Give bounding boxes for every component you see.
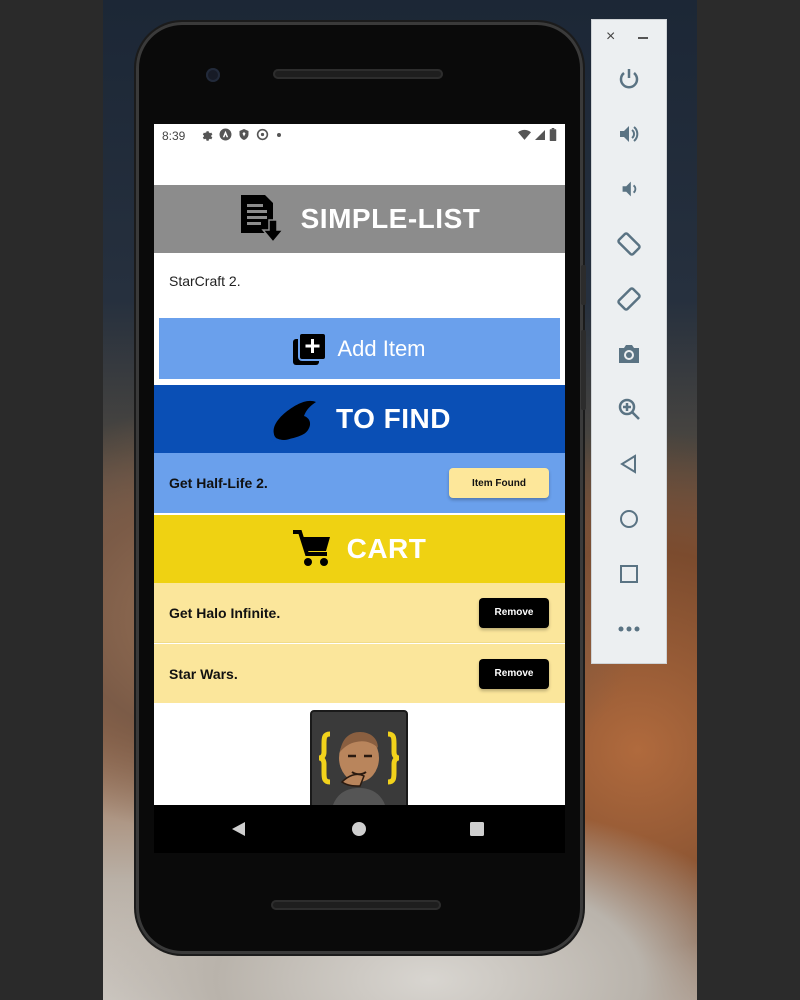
add-item-label: Add Item — [337, 335, 426, 361]
status-notification-icons — [200, 128, 281, 141]
back-icon[interactable] — [612, 447, 646, 481]
cart-item-row: Get Halo Infinite. Remove — [154, 583, 565, 643]
cart-header: CART — [154, 515, 565, 583]
zoom-icon[interactable] — [612, 392, 646, 426]
top-speaker — [273, 69, 443, 79]
settings-icon — [202, 131, 213, 141]
android-nav-bar — [154, 805, 565, 853]
shield-icon — [239, 129, 249, 140]
left-backdrop — [0, 0, 103, 1000]
emulator-toolbar: × — [592, 20, 666, 663]
remove-button[interactable]: Remove — [479, 597, 549, 628]
footer-logo — [310, 710, 408, 805]
nav-overview-icon[interactable] — [470, 822, 484, 836]
cart-item-label: Get Halo Infinite. — [169, 604, 281, 621]
signal-icon — [535, 129, 545, 140]
to-find-header: TO FIND — [154, 385, 565, 453]
item-input[interactable] — [169, 273, 549, 289]
cart-item-label: Star Wars. — [169, 665, 238, 682]
volume-down-icon[interactable] — [612, 172, 646, 206]
item-input-row — [154, 253, 565, 313]
phone-power-button — [581, 265, 586, 305]
status-bar: 8:39 — [154, 124, 565, 148]
right-backdrop — [697, 0, 800, 1000]
wizard-hat-icon — [271, 400, 316, 442]
shopping-cart-icon — [292, 530, 330, 566]
app-title: SIMPLE-LIST — [300, 203, 481, 234]
more-notifications-dot-icon — [277, 132, 281, 137]
bottom-speaker — [271, 900, 441, 910]
battery-icon — [549, 128, 557, 141]
to-find-title: TO FIND — [336, 403, 451, 434]
item-found-button[interactable]: Item Found — [449, 468, 549, 498]
phone-screen: 8:39 SIMPLE-LIST StarCraft 2. Add Item T… — [154, 124, 565, 805]
add-box-icon — [293, 331, 328, 365]
status-time: 8:39 — [162, 129, 186, 143]
cart-title: CART — [346, 533, 427, 564]
phone-volume-button — [581, 330, 586, 410]
nav-home-icon[interactable] — [352, 822, 366, 836]
camera-icon[interactable] — [612, 337, 646, 371]
data-saver-icon — [256, 128, 269, 141]
cart-item-row: Star Wars. Remove — [154, 644, 565, 703]
document-download-icon — [240, 195, 285, 244]
rotate-left-icon[interactable] — [612, 227, 646, 261]
nav-back-icon[interactable] — [232, 822, 246, 836]
front-camera — [206, 68, 220, 82]
to-find-item-row: Get Half-Life 2. Item Found — [154, 453, 565, 513]
status-system-icons — [518, 128, 557, 141]
add-item-wrapper: Add Item — [154, 313, 565, 383]
developer-avatar-logo — [318, 731, 400, 805]
app-notification-icon — [219, 128, 232, 141]
add-item-button[interactable]: Add Item — [159, 318, 560, 379]
power-icon[interactable] — [612, 62, 646, 96]
to-find-item-label: Get Half-Life 2. — [169, 475, 268, 491]
wifi-icon — [518, 129, 531, 140]
close-icon[interactable]: × — [606, 28, 615, 46]
volume-up-icon[interactable] — [612, 117, 646, 151]
remove-button[interactable]: Remove — [479, 658, 549, 689]
overview-icon[interactable] — [612, 557, 646, 591]
minimize-icon[interactable] — [638, 37, 648, 39]
more-icon[interactable] — [612, 612, 646, 646]
home-icon[interactable] — [612, 502, 646, 536]
app-header: SIMPLE-LIST — [154, 185, 565, 253]
rotate-right-icon[interactable] — [612, 282, 646, 316]
